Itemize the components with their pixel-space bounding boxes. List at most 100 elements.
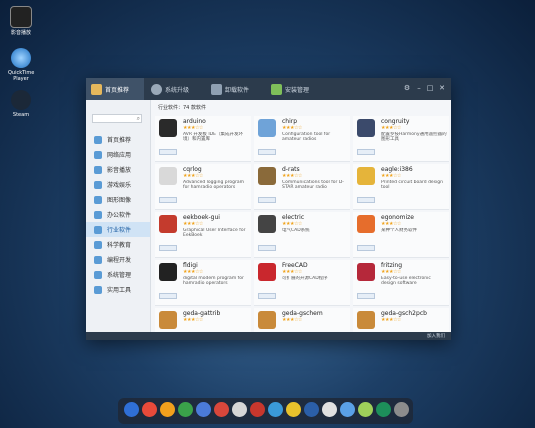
category-icon (94, 240, 102, 249)
app-card[interactable]: eekboek-gui ★★★☆☆ Graphical User Interface… (155, 212, 251, 258)
category-icon (94, 255, 102, 264)
install-button[interactable] (159, 197, 177, 203)
app-icon (159, 167, 177, 185)
sidebar-item-label: 首页推荐 (107, 137, 132, 144)
app-description: Printed circuit board design tool (381, 180, 444, 190)
app-description: Communications tool for D-STAR amateur r… (282, 180, 344, 190)
sidebar-item-category[interactable]: 行业软件 (86, 222, 150, 237)
dock-app-icon[interactable] (250, 402, 265, 417)
dock-app-icon[interactable] (178, 402, 193, 417)
desktop-icon-label: Steam (12, 112, 30, 118)
app-name: chirp (282, 118, 298, 125)
app-card[interactable]: chirp ★★★☆☆ Configuration tool for amateur… (254, 116, 350, 162)
dock-app-icon[interactable] (376, 402, 391, 417)
dock-app-icon[interactable] (196, 402, 211, 417)
app-card[interactable]: electric ★★★☆☆ 电气CAD系统 (254, 212, 350, 258)
sidebar-item-category[interactable]: 办公软件 (86, 207, 150, 222)
dock-app-icon[interactable] (268, 402, 283, 417)
sidebar-item-label: 图形图像 (107, 197, 132, 204)
install-button[interactable] (357, 245, 375, 251)
search-input[interactable]: ⌕ (92, 114, 142, 123)
sidebar-item-category[interactable]: 影音播放 (86, 162, 150, 177)
install-button[interactable] (159, 245, 177, 251)
sidebar-item-label: 网络应用 (107, 152, 132, 159)
app-card[interactable]: d-rats ★★★☆☆ Communications tool for D-STA… (254, 164, 350, 210)
uninstall-icon (211, 83, 222, 95)
media-player-icon (10, 6, 32, 28)
sidebar-item-category[interactable]: 网络应用 (86, 147, 150, 162)
app-card[interactable]: geda-gsch2pcb ★★★☆☆ (353, 308, 449, 332)
install-button[interactable] (357, 293, 375, 299)
app-card[interactable]: geda-gschem ★★★☆☆ (254, 308, 350, 332)
sidebar-item-category[interactable]: 首页推荐 (86, 132, 150, 147)
tab-uninstall[interactable]: 卸载软件 (206, 78, 264, 100)
tab-upgrade[interactable]: 系统升级 (146, 78, 204, 100)
app-name: arduino (183, 118, 206, 125)
install-button[interactable] (357, 197, 375, 203)
app-card[interactable]: fldigi ★★★☆☆ digital modem program for ham… (155, 260, 251, 306)
app-card[interactable]: arduino ★★★☆☆ AVR 开发板 IDE（集成开发环境）和内置库 (155, 116, 251, 162)
sidebar-item-category[interactable]: 游戏娱乐 (86, 177, 150, 192)
app-description: AVR 开发板 IDE（集成开发环境）和内置库 (183, 132, 243, 142)
app-icon (357, 311, 375, 329)
app-card[interactable]: eagle:i386 ★★★☆☆ Printed circuit board des… (353, 164, 449, 210)
desktop-icon-quicktime[interactable]: QuickTime Player (8, 48, 34, 82)
app-rating: ★★★☆☆ (381, 269, 401, 275)
install-button[interactable] (258, 245, 276, 251)
app-description: 配置罗技Harmony通用遥控器的图形工具 (381, 132, 447, 142)
install-button[interactable] (159, 293, 177, 299)
desktop-icon-label: QuickTime Player (8, 70, 35, 82)
desktop-icon-steam[interactable]: Steam (8, 90, 34, 118)
app-card[interactable]: FreeCAD ★★★☆☆ 可扩展的开源CAD程序 (254, 260, 350, 306)
maximize-icon[interactable]: □ (426, 84, 434, 92)
app-card[interactable]: egonomize ★★★☆☆ 某种个人财务软件 (353, 212, 449, 258)
dock-app-icon[interactable] (232, 402, 247, 417)
tab-home[interactable]: 首页推荐 (86, 78, 144, 100)
app-description: Configuration tool for amateur radios (282, 132, 331, 142)
join-us-link[interactable]: 加入我们 (427, 333, 445, 339)
dock-app-icon[interactable] (286, 402, 301, 417)
app-card[interactable]: fritzing ★★★☆☆ Easy-to-use electronic desi… (353, 260, 449, 306)
dock-app-icon[interactable] (124, 402, 139, 417)
app-description: 某种个人财务软件 (381, 228, 417, 233)
dock-app-icon[interactable] (304, 402, 319, 417)
dock-app-icon[interactable] (160, 402, 175, 417)
search-icon[interactable]: ⌕ (137, 115, 140, 123)
dock-app-icon[interactable] (214, 402, 229, 417)
desktop-icon-media-player[interactable]: 影音播放 (8, 6, 34, 36)
tab-label: 首页推荐 (105, 86, 130, 94)
sidebar-item-category[interactable]: 科学教育 (86, 237, 150, 252)
sidebar-item-label: 游戏娱乐 (107, 182, 132, 189)
dock-app-icon[interactable] (358, 402, 373, 417)
install-button[interactable] (159, 149, 177, 155)
app-card[interactable]: congruity ★★★☆☆ 配置罗技Harmony通用遥控器的图形工具 (353, 116, 449, 162)
app-description: 电气CAD系统 (282, 228, 310, 233)
app-icon (258, 215, 276, 233)
settings-icon[interactable]: ⚙ (403, 84, 411, 92)
dock-app-icon[interactable] (394, 402, 409, 417)
app-card[interactable]: geda-gattrib ★★★☆☆ (155, 308, 251, 332)
category-icon (94, 180, 102, 189)
sidebar-item-label: 编程开发 (107, 257, 132, 264)
sidebar-item-category[interactable]: 系统管理 (86, 267, 150, 282)
install-button[interactable] (258, 293, 276, 299)
close-icon[interactable]: ✕ (438, 84, 446, 92)
dock-app-icon[interactable] (322, 402, 337, 417)
app-name: d-rats (282, 166, 300, 173)
app-name: congruity (381, 118, 410, 125)
dock-app-icon[interactable] (340, 402, 355, 417)
app-card[interactable]: cqrlog ★★★☆☆ Advanced logging program for … (155, 164, 251, 210)
sidebar-item-category[interactable]: 编程开发 (86, 252, 150, 267)
app-description: Graphical User Interface for EekBoek (183, 228, 246, 238)
tab-install-manage[interactable]: 安装管理 (266, 78, 328, 100)
install-button[interactable] (258, 197, 276, 203)
app-icon (357, 215, 375, 233)
install-button[interactable] (258, 149, 276, 155)
install-button[interactable] (357, 149, 375, 155)
status-bar: 加入我们 (86, 332, 451, 340)
minimize-icon[interactable]: – (415, 84, 423, 92)
sidebar-item-category[interactable]: 图形图像 (86, 192, 150, 207)
sidebar-item-category[interactable]: 实用工具 (86, 282, 150, 297)
dock-app-icon[interactable] (142, 402, 157, 417)
software-center-window: 首页推荐 系统升级 卸载软件 安装管理 ⚙ – □ ✕ ⌕ 首页推荐网络应用影音… (86, 78, 451, 340)
